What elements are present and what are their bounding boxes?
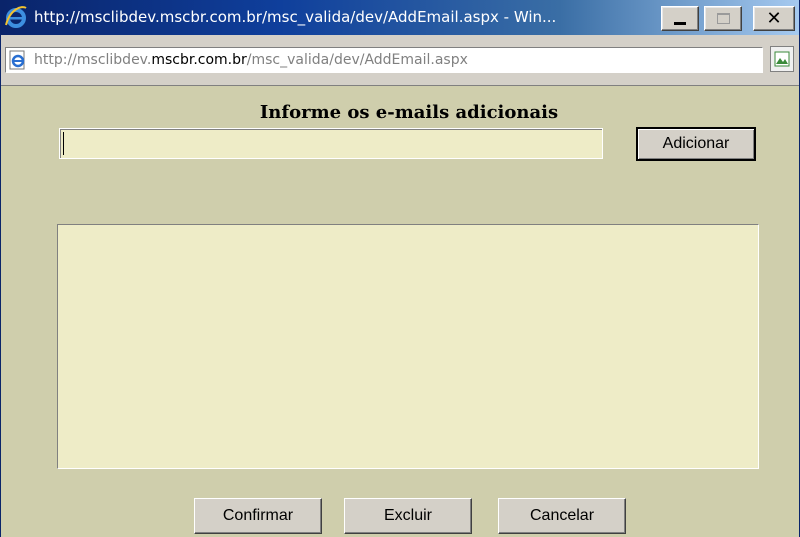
title-bar[interactable]: http://msclibdev.mscbr.com.br/msc_valida… [1,0,799,35]
address-url: http://msclibdev.mscbr.com.br/msc_valida… [34,52,468,68]
address-bar: http://msclibdev.mscbr.com.br/msc_valida… [1,35,799,86]
minimize-button[interactable] [661,6,699,31]
confirm-button[interactable]: Confirmar [194,498,322,534]
email-list-box[interactable] [57,224,759,469]
maximize-button[interactable] [704,6,742,31]
internet-explorer-icon [5,6,27,28]
form-heading: Informe os e-mails adicionais [259,102,559,123]
ie-page-icon [9,50,25,70]
address-field[interactable]: http://msclibdev.mscbr.com.br/msc_valida… [5,47,763,73]
close-icon: ✕ [766,7,782,29]
add-button[interactable]: Adicionar [636,127,756,161]
page-content: Informe os e-mails adicionais Adicionar … [1,86,799,537]
email-input[interactable] [59,128,603,159]
address-url-path: /msc_valida/dev/AddEmail.aspx [246,52,468,68]
address-url-prefix: http://msclibdev. [34,52,152,68]
close-button[interactable]: ✕ [753,6,795,31]
window-title: http://msclibdev.mscbr.com.br/msc_valida… [34,8,557,26]
minimize-icon [674,22,686,25]
maximize-icon [716,13,730,24]
text-cursor [63,132,64,155]
browser-window: http://msclibdev.mscbr.com.br/msc_valida… [0,0,800,537]
cancel-button[interactable]: Cancelar [498,498,626,534]
picture-icon [774,51,790,67]
delete-button[interactable]: Excluir [344,498,472,534]
picture-button[interactable] [770,46,794,72]
address-url-domain: mscbr.com.br [151,52,247,68]
